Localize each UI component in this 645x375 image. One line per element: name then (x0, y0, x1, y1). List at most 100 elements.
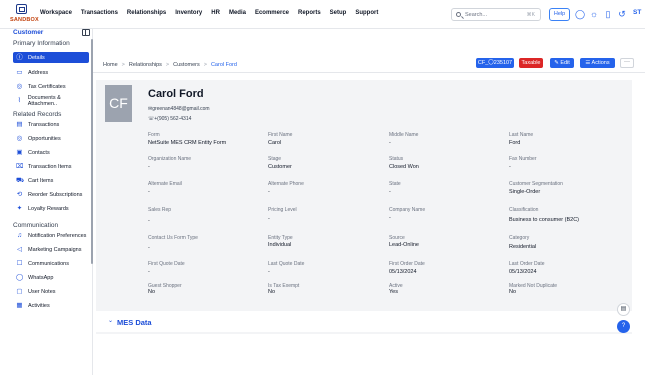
sidebar-item-opportunities[interactable]: ◎ Opportunities (13, 133, 89, 144)
sidebar-item-notification-preferences[interactable]: ♫ Notification Preferences (13, 230, 89, 241)
field-label: Form (148, 132, 160, 138)
settings-gear-icon[interactable]: ☼ (589, 9, 599, 19)
record-phone[interactable]: ☏+(905) 562-4314 (148, 116, 191, 122)
chevron-down-icon[interactable]: ⌄ (108, 317, 114, 324)
field-label: Last Order Date (509, 261, 545, 267)
field-active: Active Yes (389, 283, 499, 295)
field-first-name: First Name Carol (268, 132, 378, 146)
record-id-badge[interactable]: CF_〇235107 (476, 58, 514, 68)
field-sales-rep: Sales Rep - (148, 207, 258, 224)
sidebar-item-details[interactable]: ⓘ Details (13, 52, 89, 63)
field-value: Yes (389, 289, 398, 295)
field-label: Alternate Email (148, 181, 182, 187)
nav-relationships[interactable]: Relationships (127, 10, 166, 16)
top-navigation-bar: SANDBOX Workspace Transactions Relations… (0, 0, 645, 29)
sidebar-item-label: Notification Preferences (28, 232, 87, 239)
paperclip-icon: ⌇ (17, 97, 21, 104)
sidebar-item-documents[interactable]: ⌇ Documents & Attachmen.. (13, 95, 89, 107)
field-value: No (509, 289, 517, 295)
sidebar-item-transaction-items[interactable]: ⌧ Transaction Items (13, 161, 89, 172)
field-label: Category (509, 235, 530, 241)
field-middle-name: Middle Name - (389, 132, 499, 146)
help-question-icon[interactable]: ? (617, 320, 630, 333)
sidebar-item-loyalty-rewards[interactable]: ✦ Loyalty Rewards (13, 203, 89, 214)
sidebar-item-whatsapp[interactable]: ◯ WhatsApp (13, 272, 89, 283)
sidebar-item-label: Reorder Subscriptions (28, 191, 83, 198)
edit-button[interactable]: ✎ Edit (550, 58, 574, 68)
field-last-order-date: Last Order Date 05/13/2024 (509, 261, 619, 275)
sidebar-item-address[interactable]: ▭ Address (13, 67, 89, 78)
field-label: Middle Name (389, 132, 419, 138)
nav-workspace[interactable]: Workspace (40, 10, 72, 16)
sidebar-item-label: User Notes (28, 288, 56, 295)
field-label: Source (389, 235, 405, 241)
receipt-icon: ⌧ (16, 163, 24, 170)
field-state: State - (389, 181, 499, 195)
nav-reports[interactable]: Reports (298, 10, 321, 16)
nav-hr[interactable]: HR (211, 10, 220, 16)
field-customer-segmentation: Customer Segmentation Single-Order (509, 181, 619, 195)
breadcrumb-relationships[interactable]: Relationships (129, 62, 162, 68)
actions-button[interactable]: ☰ Actions (580, 58, 615, 68)
sidebar-item-contacts[interactable]: ▣ Contacts (13, 147, 89, 158)
sidebar-section-primary: Primary Information (13, 40, 70, 47)
check-circle-icon: ◎ (16, 83, 23, 90)
field-value: Residential (509, 244, 537, 250)
nav-setup[interactable]: Setup (330, 10, 347, 16)
company-logo[interactable]: SANDBOX (10, 3, 39, 27)
user-avatar[interactable]: ST (633, 9, 641, 16)
sidebar-item-cart-items[interactable]: ⛟ Cart Items (13, 175, 89, 186)
nav-inventory[interactable]: Inventory (175, 10, 202, 16)
document-icon[interactable]: ▤ (617, 303, 630, 316)
sidebar-item-label: Loyalty Rewards (28, 205, 69, 212)
megaphone-icon: ◁ (17, 246, 22, 253)
mes-data-section[interactable] (96, 311, 632, 332)
field-label: Sales Rep (148, 207, 172, 213)
record-name: Carol Ford (148, 88, 204, 100)
field-label: First Quote Date (148, 261, 185, 267)
nav-ecommerce[interactable]: Ecommerce (255, 10, 289, 16)
nav-support[interactable]: Support (355, 10, 378, 16)
clock-icon[interactable]: ◯ (575, 9, 585, 19)
address-card-icon: ▭ (16, 69, 23, 76)
mes-data-title[interactable]: MES Data (117, 318, 152, 327)
field-value: 05/13/2024 (389, 269, 417, 275)
field-entity-type: Entity Type Individual (268, 235, 378, 248)
history-icon[interactable]: ↺ (617, 9, 627, 19)
sidebar-collapse-icon[interactable] (82, 29, 90, 36)
sidebar-item-label: Tax Certificates (28, 83, 66, 90)
record-email[interactable]: ✉greenan4848@gmail.com (148, 106, 210, 112)
sidebar-item-communications[interactable]: ☐ Communications (13, 258, 89, 269)
sidebar-item-reorder-subscriptions[interactable]: ⟲ Reorder Subscriptions (13, 189, 89, 200)
global-search-input[interactable]: Search... ⌘K (451, 8, 541, 21)
help-button[interactable]: Help (549, 8, 570, 21)
sidebar-item-user-notes[interactable]: ▢ User Notes (13, 286, 89, 297)
sidebar-item-activities[interactable]: ▦ Activities (13, 300, 89, 311)
field-first-quote-date: First Quote Date - (148, 261, 258, 275)
field-label: Classification (509, 207, 539, 213)
nav-media[interactable]: Media (229, 10, 246, 16)
sidebar-item-marketing-campaigns[interactable]: ◁ Marketing Campaigns (13, 244, 89, 255)
field-label: Alternate Phone (268, 181, 304, 187)
breadcrumb-home[interactable]: Home (103, 62, 118, 68)
field-label: Contact Us Form Type (148, 235, 198, 241)
sidebar-item-label: WhatsApp (28, 274, 54, 281)
nav-transactions[interactable]: Transactions (81, 10, 118, 16)
sidebar-item-label: Cart Items (28, 177, 54, 184)
field-value: - (148, 269, 150, 275)
field-company-name: Company Name - (389, 207, 499, 221)
field-value: - (389, 140, 391, 146)
breadcrumb-customers[interactable]: Customers (173, 62, 200, 68)
taxable-badge[interactable]: Taxable (519, 58, 543, 68)
field-label: Fax Number (509, 156, 537, 162)
bookmark-icon[interactable]: ▯ (603, 9, 613, 19)
whatsapp-icon: ◯ (16, 274, 24, 281)
field-label: Company Name (389, 207, 426, 213)
sidebar-item-tax-certificates[interactable]: ◎ Tax Certificates (13, 81, 89, 92)
more-options-button[interactable]: ··· (620, 58, 634, 68)
gift-icon: ✦ (16, 205, 23, 212)
field-value: - (148, 245, 150, 251)
sidebar-item-label: Transaction Items (28, 163, 72, 170)
info-icon: ⓘ (16, 54, 23, 61)
sidebar-item-transactions[interactable]: ▤ Transactions (13, 119, 89, 130)
